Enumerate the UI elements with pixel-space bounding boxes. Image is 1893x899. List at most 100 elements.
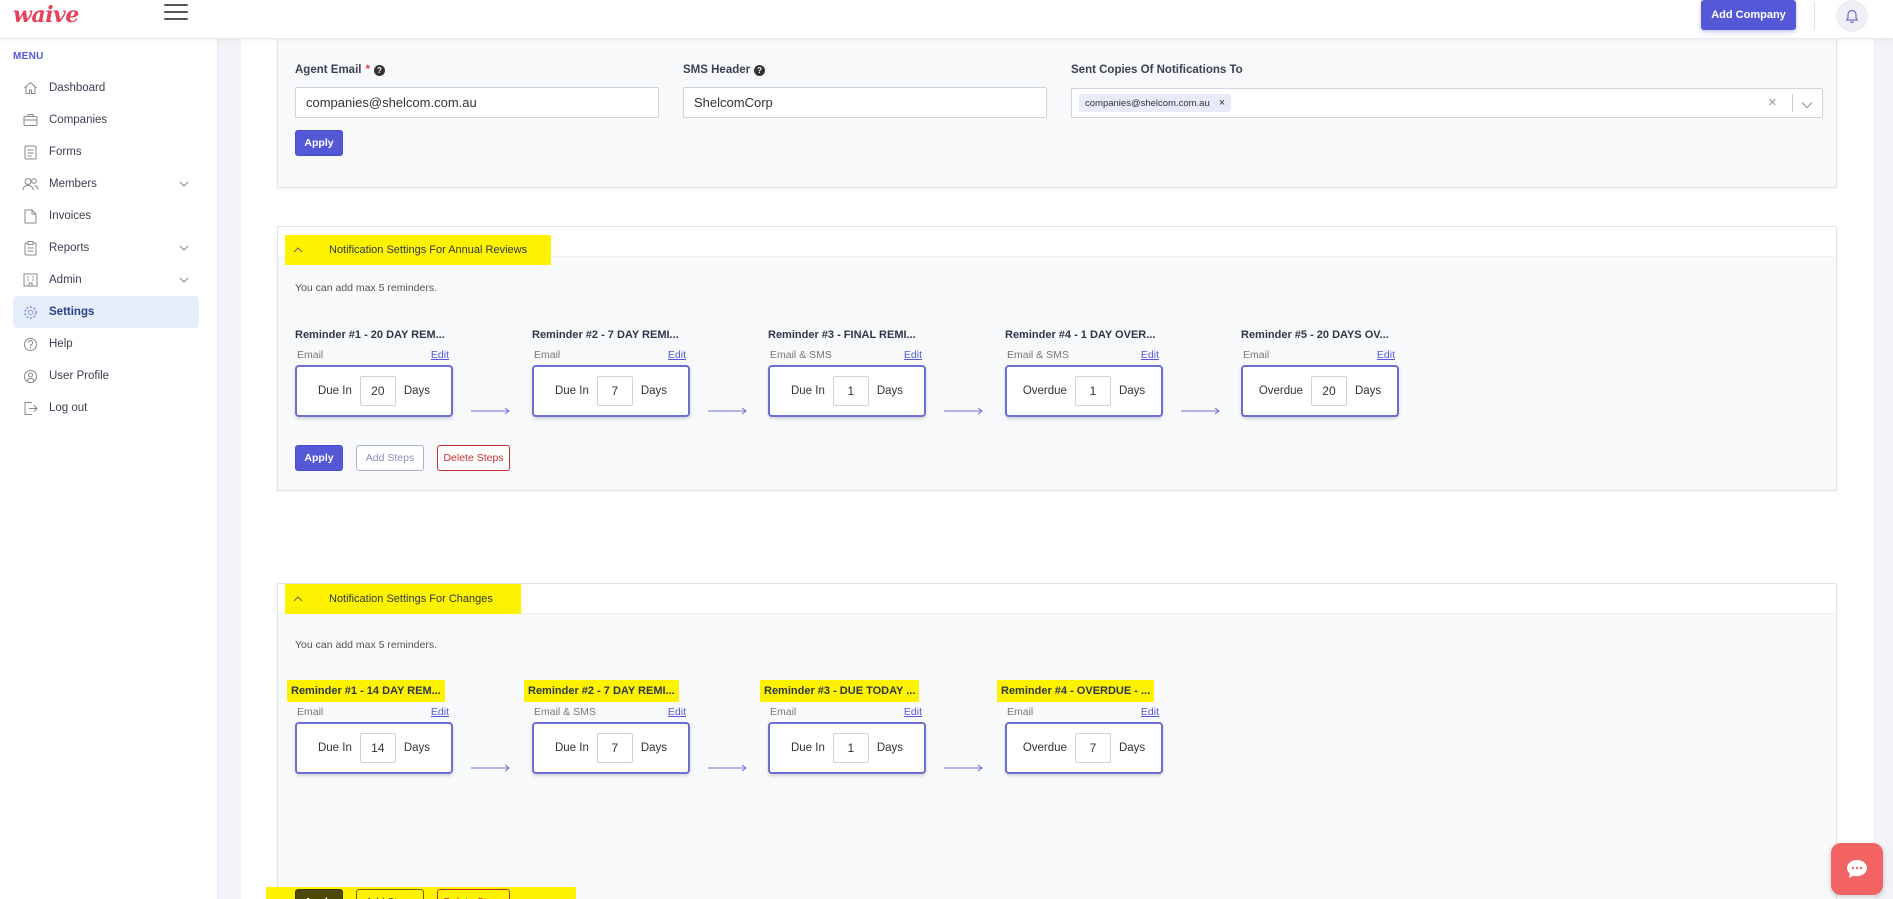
building-icon bbox=[21, 272, 39, 288]
sidebar-item-log-out[interactable]: Log out bbox=[13, 392, 199, 424]
step-edit-link[interactable]: Edit bbox=[904, 349, 922, 361]
chevron-up-icon[interactable] bbox=[293, 244, 311, 256]
step-edit-link[interactable]: Edit bbox=[1377, 349, 1395, 361]
step-edit-link[interactable]: Edit bbox=[431, 349, 449, 361]
step-days-input[interactable] bbox=[1310, 376, 1347, 406]
annual-add-steps-button[interactable]: Add Steps bbox=[356, 445, 424, 471]
sidebar-item-admin[interactable]: Admin bbox=[13, 264, 199, 296]
changes-max-reminders-note: You can add max 5 reminders. bbox=[295, 639, 438, 651]
sms-header-input[interactable] bbox=[683, 87, 1047, 118]
step-edit-link[interactable]: Edit bbox=[668, 706, 686, 718]
step-timing-box: Overdue Days bbox=[1241, 365, 1399, 417]
sidebar-item-invoices[interactable]: Invoices bbox=[13, 200, 199, 232]
sidebar-item-companies[interactable]: Companies bbox=[13, 104, 199, 136]
step-channel: Email bbox=[1243, 349, 1270, 361]
notification-bell-icon[interactable] bbox=[1836, 0, 1868, 32]
annual-max-reminders-note: You can add max 5 reminders. bbox=[295, 282, 438, 294]
gear-icon bbox=[21, 304, 39, 320]
step-edit-link[interactable]: Edit bbox=[668, 349, 686, 361]
step-mode: Overdue bbox=[1022, 385, 1067, 397]
step-mode: Due In bbox=[554, 385, 589, 397]
chip-remove-icon[interactable]: × bbox=[1219, 97, 1225, 109]
step-unit: Days bbox=[403, 385, 431, 397]
sidebar-item-label: Settings bbox=[49, 306, 95, 318]
help-icon[interactable]: ? bbox=[754, 64, 766, 76]
step-edit-link[interactable]: Edit bbox=[431, 706, 449, 718]
clear-icon[interactable]: × bbox=[1768, 94, 1777, 111]
menu-toggle-icon[interactable] bbox=[164, 4, 188, 22]
chevron-down-icon bbox=[179, 242, 189, 254]
sidebar-item-settings[interactable]: Settings bbox=[13, 296, 199, 328]
chevron-down-icon bbox=[179, 178, 189, 190]
arrow-right-icon bbox=[471, 407, 510, 415]
sidebar-item-dashboard[interactable]: Dashboard bbox=[13, 72, 199, 104]
sidebar-item-user-profile[interactable]: User Profile bbox=[13, 360, 199, 392]
sidebar-item-reports[interactable]: Reports bbox=[13, 232, 199, 264]
step-timing-box: Due In Days bbox=[532, 365, 690, 417]
arrow-right-icon bbox=[471, 764, 510, 772]
changes-apply-button[interactable]: Apply bbox=[295, 889, 343, 899]
topbar-divider bbox=[1814, 2, 1815, 30]
sent-copies-select[interactable]: companies@shelcom.com.au × × bbox=[1071, 88, 1823, 118]
sidebar-nav: Dashboard Companies Forms Members Invoic… bbox=[13, 72, 199, 424]
step-timing-box: Due In Days bbox=[532, 722, 690, 774]
step-title: Reminder #1 - 14 DAY REM... bbox=[287, 680, 445, 702]
step-channel: Email & SMS bbox=[534, 706, 596, 718]
sms-header-label: SMS Header? bbox=[683, 64, 766, 76]
step-edit-link[interactable]: Edit bbox=[904, 706, 922, 718]
annual-reviews-header[interactable]: Notification Settings For Annual Reviews bbox=[278, 227, 1836, 265]
step-title: Reminder #3 - FINAL REMI... bbox=[768, 329, 916, 341]
step-days-input[interactable] bbox=[596, 376, 633, 406]
annual-apply-button[interactable]: Apply bbox=[295, 445, 343, 471]
step-edit-link[interactable]: Edit bbox=[1141, 349, 1159, 361]
step-unit: Days bbox=[876, 385, 904, 397]
sidebar-item-label: Members bbox=[49, 178, 97, 190]
changes-header[interactable]: Notification Settings For Changes bbox=[278, 584, 1836, 614]
agent-email-input[interactable] bbox=[295, 87, 659, 118]
user-icon bbox=[21, 368, 39, 384]
briefcase-icon bbox=[21, 112, 39, 128]
general-apply-button[interactable]: Apply bbox=[295, 130, 343, 156]
step-days-input[interactable] bbox=[359, 376, 396, 406]
step-days-input[interactable] bbox=[832, 376, 869, 406]
sidebar-item-members[interactable]: Members bbox=[13, 168, 199, 200]
agent-email-label: Agent Email *? bbox=[295, 64, 385, 76]
chevron-down-icon bbox=[179, 274, 189, 286]
step-title: Reminder #5 - 20 DAYS OV... bbox=[1241, 329, 1389, 341]
step-unit: Days bbox=[1118, 385, 1146, 397]
step-unit: Days bbox=[403, 742, 431, 754]
step-channel: Email bbox=[534, 349, 561, 361]
step-days-input[interactable] bbox=[359, 733, 396, 763]
select-divider bbox=[1792, 94, 1793, 112]
step-days-input[interactable] bbox=[596, 733, 633, 763]
changes-add-steps-button[interactable]: Add Steps bbox=[356, 889, 424, 899]
help-icon bbox=[21, 336, 39, 352]
sidebar-item-label: Help bbox=[49, 338, 73, 350]
step-timing-box: Due In Days bbox=[768, 722, 926, 774]
file-icon bbox=[21, 208, 39, 224]
sidebar-item-help[interactable]: Help bbox=[13, 328, 199, 360]
sidebar-item-label: Dashboard bbox=[49, 82, 106, 94]
step-days-input[interactable] bbox=[832, 733, 869, 763]
step-days-input[interactable] bbox=[1074, 733, 1111, 763]
annual-delete-steps-button[interactable]: Delete Steps bbox=[437, 445, 510, 471]
step-title: Reminder #4 - OVERDUE - ... bbox=[997, 680, 1155, 702]
sidebar-item-forms[interactable]: Forms bbox=[13, 136, 199, 168]
step-edit-link[interactable]: Edit bbox=[1141, 706, 1159, 718]
changes-title: Notification Settings For Changes bbox=[329, 593, 493, 605]
annual-reviews-header-highlight: Notification Settings For Annual Reviews bbox=[285, 235, 551, 265]
step-mode: Due In bbox=[317, 742, 352, 754]
chevron-up-icon[interactable] bbox=[293, 593, 311, 605]
step-title: Reminder #3 - DUE TODAY ... bbox=[760, 680, 920, 702]
step-days-input[interactable] bbox=[1074, 376, 1111, 406]
changes-delete-steps-button[interactable]: Delete Steps bbox=[437, 889, 510, 899]
step-channel: Email bbox=[297, 706, 324, 718]
chevron-down-icon[interactable] bbox=[1801, 96, 1813, 114]
sidebar-item-label: User Profile bbox=[49, 370, 110, 382]
changes-card: Notification Settings For Changes You ca… bbox=[266, 583, 1837, 899]
step-channel: Email bbox=[770, 706, 797, 718]
chat-bubble-icon[interactable] bbox=[1831, 843, 1883, 895]
help-icon[interactable]: ? bbox=[373, 64, 385, 76]
add-company-button[interactable]: Add Company bbox=[1701, 0, 1796, 30]
waive-logo[interactable]: waive bbox=[13, 2, 79, 28]
